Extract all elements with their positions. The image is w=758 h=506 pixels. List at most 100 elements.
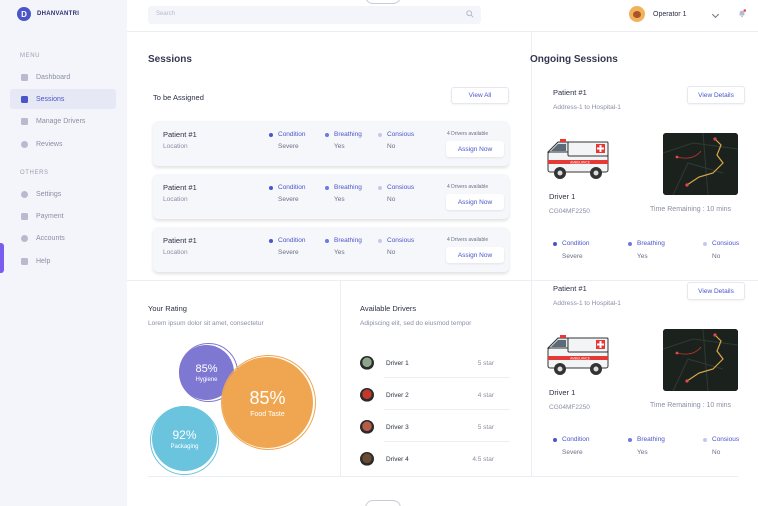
view-all-button[interactable]: View All — [451, 87, 509, 104]
sidebar-item-accounts[interactable]: Accounts — [10, 228, 116, 248]
view-details-button[interactable]: View Details — [687, 282, 745, 300]
ongoing-patient-name: Patient #1 — [553, 284, 587, 293]
driver-name: Driver 3 — [386, 424, 409, 431]
sidebar-item-manage-drivers[interactable]: Manage Drivers — [10, 111, 116, 131]
conscious-label: Consious — [703, 240, 739, 247]
breathing-value: Yes — [334, 249, 345, 256]
assign-now-button[interactable]: Assign Now — [446, 247, 504, 263]
patient-name: Patient #1 — [163, 183, 197, 192]
menu-section-label: MENU — [20, 53, 41, 59]
window-notch-top — [365, 0, 401, 4]
status-dot — [378, 238, 382, 243]
rating-drivers-divider — [340, 281, 341, 476]
brand-logo: D — [17, 7, 31, 21]
sidebar-item-settings[interactable]: Settings — [10, 184, 116, 204]
assign-now-button[interactable]: Assign Now — [446, 194, 504, 210]
sidebar-item-payment[interactable]: Payment — [10, 206, 116, 226]
status-dot — [628, 437, 632, 442]
sidebar-item-help[interactable]: Help — [10, 251, 116, 271]
route-map[interactable] — [663, 329, 738, 391]
brand[interactable]: D DHANVANTRI — [17, 7, 79, 21]
assign-now-button[interactable]: Assign Now — [446, 141, 504, 157]
driver-name: Driver 1 — [386, 360, 409, 367]
conscious-value: No — [712, 253, 721, 260]
status-dot — [325, 185, 329, 190]
status-dot — [378, 132, 382, 137]
conscious-label: Consious — [378, 131, 414, 138]
user-menu[interactable]: Operator 1 — [629, 6, 686, 22]
bell-icon[interactable] — [738, 9, 746, 18]
condition-label-text: Condition — [562, 436, 590, 443]
status-dot — [269, 238, 273, 243]
breathing-value: Yes — [637, 253, 648, 260]
view-details-button[interactable]: View Details — [687, 86, 745, 104]
breathing-label-text: Breathing — [334, 131, 362, 138]
conscious-label-text: Consious — [387, 237, 415, 244]
sidebar-item-label: Reviews — [36, 140, 63, 148]
patient-location: Location — [163, 196, 188, 203]
condition-metric: Condition Severe — [269, 131, 305, 150]
condition-label-text: Condition — [278, 131, 306, 138]
driver-row[interactable]: Driver 3 5 star — [360, 417, 510, 442]
row-divider — [384, 409, 510, 410]
driver-row[interactable]: Driver 4 4.5 star — [360, 449, 510, 471]
ambulance-icon: AMBULANCE — [546, 334, 610, 378]
condition-value: Severe — [278, 196, 299, 203]
status-dot — [553, 437, 557, 442]
sidebar: D DHANVANTRI MENU Dashboard Sessions Man… — [0, 0, 127, 506]
route-map[interactable] — [663, 133, 738, 195]
sidebar-item-sessions[interactable]: Sessions — [10, 89, 116, 109]
vehicle-plate: CG04MF2250 — [549, 208, 590, 215]
driver-row[interactable]: Driver 2 4 star — [360, 385, 510, 410]
driver-rating: 5 star — [477, 424, 494, 431]
condition-value: Severe — [278, 143, 299, 150]
status-dot — [703, 241, 707, 246]
sidebar-item-label: Help — [36, 257, 51, 265]
column-divider — [531, 32, 532, 476]
conscious-label: Consious — [378, 237, 414, 244]
sidebar-item-label: Settings — [36, 190, 62, 198]
condition-value: Severe — [278, 249, 299, 256]
ongoing-driver-name: Driver 1 — [549, 192, 576, 201]
sidebar-item-label: Accounts — [36, 234, 65, 242]
accounts-icon — [21, 234, 28, 242]
patient-card[interactable]: Patient #1 Location Condition Severe Breathi… — [153, 174, 509, 219]
packaging-value: 92% — [172, 427, 197, 442]
packaging-label: Packaging — [170, 443, 199, 450]
breathing-value: Yes — [334, 143, 345, 150]
sidebar-item-reviews[interactable]: Reviews — [10, 134, 116, 154]
conscious-label-text: Consious — [712, 240, 740, 247]
bottom-divider — [148, 476, 738, 477]
brand-name: DHANVANTRI — [37, 11, 80, 17]
sidebar-item-dashboard[interactable]: Dashboard — [10, 67, 116, 87]
breathing-metric: Breathing Yes — [628, 240, 665, 260]
condition-metric: Condition Severe — [269, 184, 305, 203]
chevron-down-icon[interactable] — [711, 10, 720, 19]
driver-row[interactable]: Driver 1 5 star — [360, 353, 510, 378]
search-input[interactable]: Search — [148, 6, 481, 24]
others-section-label: OTHERS — [20, 170, 49, 176]
patient-card[interactable]: Patient #1 Location Condition Severe Breathi… — [153, 227, 509, 272]
breathing-label-text: Breathing — [334, 184, 362, 191]
search-placeholder: Search — [156, 11, 176, 17]
food-value: 85% — [249, 387, 286, 408]
ongoing-patient-name: Patient #1 — [553, 88, 587, 97]
conscious-metric: Consious No — [378, 184, 414, 203]
sidebar-item-label: Manage Drivers — [36, 117, 86, 125]
avatar — [629, 6, 645, 22]
food-label: Food Taste — [250, 410, 285, 418]
conscious-label: Consious — [703, 436, 739, 443]
breathing-metric: Breathing Yes — [325, 184, 362, 203]
window-notch-left — [0, 243, 4, 273]
user-name: Operator 1 — [653, 10, 687, 18]
time-remaining: Time Remaining : 10 mins — [650, 402, 732, 409]
condition-label: Condition — [553, 436, 589, 443]
conscious-label-text: Consious — [387, 131, 415, 138]
condition-label-text: Condition — [278, 237, 306, 244]
sessions-title: Sessions — [148, 54, 192, 65]
patient-card[interactable]: Patient #1 Location Condition Severe Breathi… — [153, 121, 509, 166]
reviews-icon — [21, 140, 28, 148]
condition-label-text: Condition — [278, 184, 306, 191]
conscious-metric: Consious No — [703, 240, 739, 260]
breathing-label-text: Breathing — [637, 436, 665, 443]
